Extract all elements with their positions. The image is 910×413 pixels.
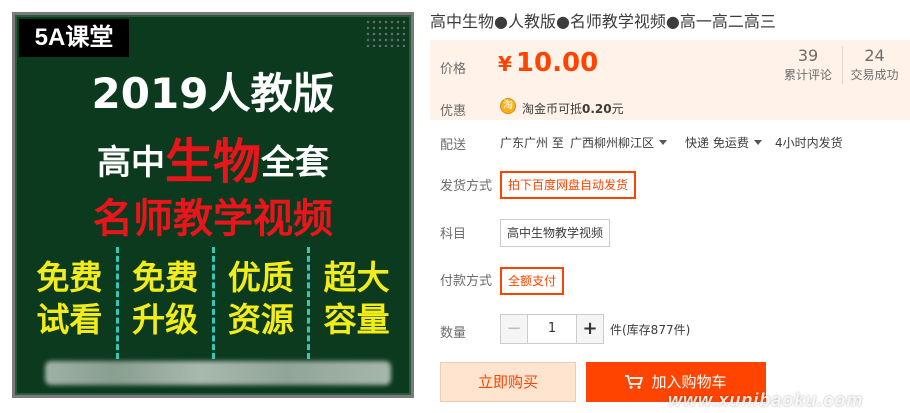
quantity-input[interactable]: 1 (528, 314, 576, 344)
delivery-method-option[interactable]: 拍下百度网盘自动发货 (500, 171, 637, 199)
add-to-cart-label: 加入购物车 (651, 373, 727, 391)
promo-box: 优惠 淘 淘金币可抵0.20元 (430, 94, 910, 120)
brand-logo: 5A课堂 (19, 19, 129, 57)
product-detail-panel: 高中生物●人教版●名师教学视频●高一高二高三 价格 ¥10.00 39 累计评论… (430, 0, 910, 413)
price-box: 价格 ¥10.00 39 累计评论 24 交易成功 (430, 40, 910, 94)
sales-count-label: 交易成功 (850, 68, 899, 82)
feature-item: 免费 升级 (119, 243, 212, 363)
promo-text: 淘金币可抵0.20元 (522, 100, 624, 117)
payment-label: 付款方式 (440, 274, 493, 289)
promo-label: 优惠 (440, 104, 467, 119)
ship-to: 广西柳州柳江区 (570, 136, 655, 150)
taobao-coin-icon: 淘 (500, 98, 516, 114)
delivery-method-label: 发货方式 (440, 179, 493, 194)
review-count-label: 累计评论 (783, 68, 832, 82)
ship-time: 4小时内发货 (775, 136, 843, 150)
feature-line: 升级 (132, 300, 199, 339)
watermark-text: www.xunibaoku.com (668, 390, 864, 410)
feature-line: 免费 (132, 258, 199, 297)
feature-item: 超大 容量 (310, 243, 403, 363)
price-value: ¥10.00 (498, 48, 598, 78)
buy-now-button[interactable]: 立即购买 (440, 362, 576, 402)
quantity-label: 数量 (440, 326, 467, 341)
subject-main: 生物 (164, 134, 261, 190)
image-headline-year: 2019人教版 (91, 69, 335, 118)
product-main-image[interactable]: 5A课堂 2019人教版 高中生物全套 名师教学视频 免费 试看 免费 升级 优… (0, 0, 416, 400)
payment-option[interactable]: 全额支付 (500, 267, 565, 295)
feature-grid: 免费 试看 免费 升级 优质 资源 超大 容量 (23, 243, 403, 363)
blurred-text-strip (45, 361, 391, 385)
promo-amount: 0.20 (582, 102, 612, 116)
feature-line: 容量 (323, 300, 390, 339)
feature-line: 免费 (36, 258, 103, 297)
currency-symbol: ¥ (498, 52, 512, 76)
subject-option[interactable]: 高中生物教学视频 (500, 219, 611, 247)
price-label: 价格 (440, 62, 467, 77)
image-headline-subject: 高中生物全套 (15, 135, 411, 190)
quantity-decrease-button[interactable]: − (500, 314, 528, 344)
feature-item: 免费 试看 (23, 243, 116, 363)
promo-text-prefix: 淘金币可抵 (522, 102, 583, 116)
sales-count: 24 (864, 46, 885, 65)
review-count-stat[interactable]: 39 累计评论 (776, 46, 840, 84)
sales-count-stat: 24 交易成功 (842, 46, 906, 84)
subject-prefix: 高中 (96, 143, 165, 183)
feature-line: 资源 (227, 300, 294, 339)
ship-to-selector[interactable]: 广西柳州柳江区 (570, 134, 668, 151)
blackboard-graphic: 5A课堂 2019人教版 高中生物全套 名师教学视频 免费 试看 免费 升级 优… (12, 12, 414, 398)
chevron-down-icon (753, 140, 762, 145)
quantity-increase-button[interactable]: + (576, 314, 604, 344)
product-title: 高中生物●人教版●名师教学视频●高一高二高三 (430, 12, 776, 31)
feature-line: 试看 (36, 300, 103, 339)
feature-line: 优质 (227, 258, 294, 297)
stock-text: 件(库存877件) (610, 323, 691, 337)
dot-pattern-decoration (365, 19, 405, 47)
shipping-label: 配送 (440, 138, 467, 153)
promo-text-suffix: 元 (611, 102, 624, 116)
cart-icon (625, 375, 644, 389)
ship-method: 快递 免运费 (685, 136, 749, 150)
review-count: 39 (797, 46, 819, 65)
ship-from: 广东广州 至 (500, 136, 564, 150)
price-number: 10.00 (515, 48, 599, 78)
ship-method-selector[interactable]: 快递 免运费 (685, 134, 762, 151)
feature-item: 优质 资源 (215, 243, 308, 363)
image-headline-teacher: 名师教学视频 (93, 196, 333, 242)
subject-suffix: 全套 (261, 143, 329, 183)
chevron-down-icon (659, 140, 668, 145)
feature-line: 超大 (323, 258, 390, 297)
subject-label: 科目 (440, 227, 467, 242)
